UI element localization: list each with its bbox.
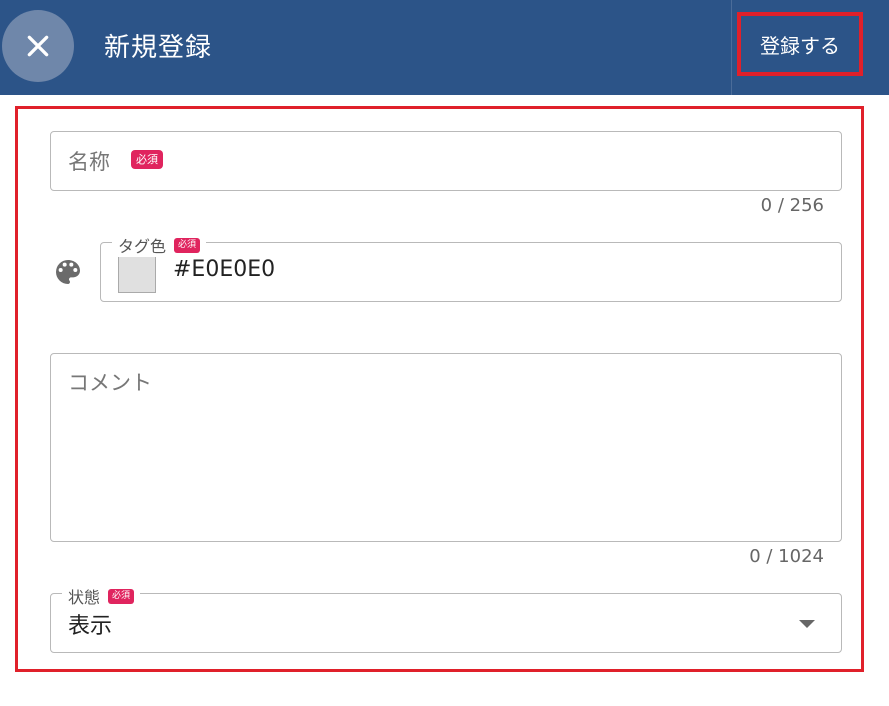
required-badge: 必須 — [174, 237, 201, 253]
comment-placeholder: コメント — [68, 371, 152, 395]
tag-color-label: タグ色 — [118, 237, 167, 256]
register-button[interactable]: 登録する — [737, 12, 863, 76]
page-title: 新規登録 — [104, 33, 213, 63]
color-swatch[interactable] — [118, 255, 156, 293]
name-input[interactable]: 名称 必須 — [50, 131, 842, 191]
tag-color-input[interactable]: #E0E0E0 — [100, 242, 842, 302]
name-counter: 0 / 256 — [760, 195, 824, 216]
status-value: 表示 — [68, 614, 113, 639]
chevron-down-icon[interactable] — [799, 620, 815, 628]
required-badge: 必須 — [108, 588, 135, 604]
required-badge: 必須 — [131, 150, 163, 169]
status-label: 状態 — [68, 588, 101, 607]
close-button[interactable] — [2, 10, 74, 82]
status-label-group: 状態 必須 — [62, 584, 141, 608]
header-divider — [731, 0, 732, 95]
header-bar: 新規登録 登録する — [0, 0, 889, 95]
tag-color-label-group: タグ色 必須 — [112, 233, 207, 257]
close-icon — [27, 35, 49, 57]
name-placeholder: 名称 — [68, 150, 110, 174]
comment-textarea[interactable]: コメント — [50, 353, 842, 542]
tag-color-value: #E0E0E0 — [173, 257, 276, 282]
comment-counter: 0 / 1024 — [749, 546, 824, 567]
palette-icon — [56, 260, 80, 284]
status-select[interactable]: 表示 — [50, 593, 842, 653]
